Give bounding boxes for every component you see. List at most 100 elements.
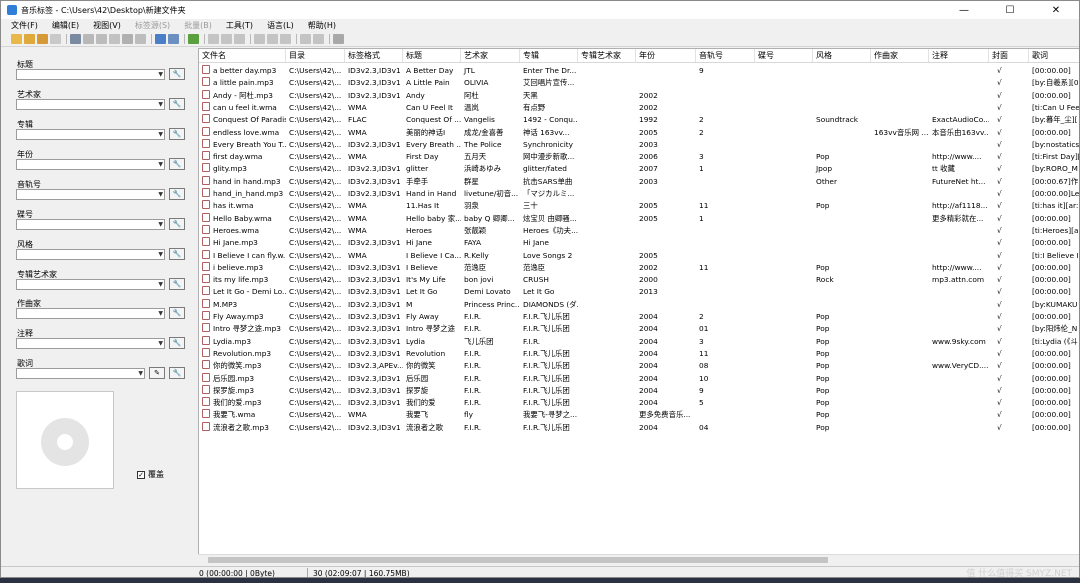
table-row[interactable]: 你的微笑.mp3 C:\Users\42\... ID3v2.3,APEv... 你的… bbox=[199, 360, 1079, 372]
add-files-icon[interactable] bbox=[37, 34, 48, 44]
field-combobox[interactable]: ▼ bbox=[16, 368, 145, 379]
table-row[interactable]: Let It Go - Demi Lo... C:\Users\42\... ID3… bbox=[199, 286, 1079, 298]
lyrics-edit-button[interactable]: ✎ bbox=[149, 367, 165, 379]
field-wrench-button[interactable]: 🔧 bbox=[169, 367, 185, 379]
tag-source-icon[interactable] bbox=[188, 34, 199, 44]
table-row[interactable]: 我们的爱.mp3 C:\Users\42\... ID3v2.3,ID3v1 我们的爱… bbox=[199, 397, 1079, 409]
refresh-icon[interactable] bbox=[135, 34, 146, 44]
convert-icon[interactable] bbox=[221, 34, 232, 44]
cut-icon[interactable] bbox=[254, 34, 265, 44]
table-row[interactable]: a little pain.mp3 C:\Users\42\... ID3v2.3,… bbox=[199, 77, 1079, 89]
column-header[interactable]: 专辑艺术家 bbox=[578, 49, 636, 62]
column-header[interactable]: 艺术家 bbox=[461, 49, 520, 62]
menu-item[interactable]: 编辑(E) bbox=[52, 20, 79, 31]
field-combobox[interactable]: ▼ bbox=[16, 159, 165, 170]
undo-icon[interactable] bbox=[96, 34, 107, 44]
table-row[interactable]: 探罗旋.mp3 C:\Users\42\... ID3v2.3,ID3v1 探罗旋 F.… bbox=[199, 384, 1079, 397]
field-wrench-button[interactable]: 🔧 bbox=[169, 248, 185, 260]
table-row[interactable]: M.MP3 C:\Users\42\... ID3v2.3,ID3v1 M Prince… bbox=[199, 298, 1079, 311]
field-wrench-button[interactable]: 🔧 bbox=[169, 307, 185, 319]
save-icon[interactable] bbox=[70, 34, 81, 44]
detail-view-icon[interactable] bbox=[168, 34, 179, 44]
add-folder-icon[interactable] bbox=[24, 34, 35, 44]
field-wrench-button[interactable]: 🔧 bbox=[169, 158, 185, 170]
chevron-down-icon[interactable]: ▼ bbox=[158, 309, 163, 319]
chevron-down-icon[interactable]: ▼ bbox=[158, 250, 163, 260]
menu-item[interactable]: 视图(V) bbox=[93, 20, 121, 31]
field-wrench-button[interactable]: 🔧 bbox=[169, 128, 185, 140]
menu-item[interactable]: 文件(F) bbox=[11, 20, 38, 31]
column-header[interactable]: 注释 bbox=[929, 49, 989, 62]
table-row[interactable]: 流浪者之歌.mp3 C:\Users\42\... ID3v2.3,ID3v1 流浪者… bbox=[199, 421, 1079, 434]
field-combobox[interactable]: ▼ bbox=[16, 219, 165, 230]
recent-icon[interactable] bbox=[50, 34, 61, 44]
menu-item[interactable]: 帮助(H) bbox=[308, 20, 336, 31]
column-header[interactable]: 作曲家 bbox=[871, 49, 929, 62]
field-wrench-button[interactable]: 🔧 bbox=[169, 68, 185, 80]
field-wrench-button[interactable]: 🔧 bbox=[169, 188, 185, 200]
table-row[interactable]: hand_in_hand.mp3 C:\Users\42\... ID3v2.3,I… bbox=[199, 188, 1079, 200]
minimize-button[interactable]: — bbox=[941, 1, 987, 19]
column-header[interactable]: 歌词 bbox=[1029, 49, 1079, 62]
table-row[interactable]: hand in hand.mp3 C:\Users\42\... ID3v2.3,I… bbox=[199, 175, 1079, 188]
field-wrench-button[interactable]: 🔧 bbox=[169, 98, 185, 110]
table-row[interactable]: can u feel it.wma C:\Users\42\... WMA Can U… bbox=[199, 101, 1079, 114]
table-row[interactable]: Hello Baby.wma C:\Users\42\... WMA Hello ba… bbox=[199, 212, 1079, 225]
paste-icon[interactable] bbox=[267, 34, 278, 44]
table-row[interactable]: 后乐园.mp3 C:\Users\42\... ID3v2.3,ID3v1 后乐园 F.… bbox=[199, 372, 1079, 385]
table-row[interactable]: Every Breath You T... C:\Users\42\... ID3v… bbox=[199, 138, 1079, 151]
field-wrench-button[interactable]: 🔧 bbox=[169, 278, 185, 290]
menu-item[interactable]: 标签源(S) bbox=[135, 20, 170, 31]
column-header[interactable]: 目录 bbox=[286, 49, 345, 62]
field-combobox[interactable]: ▼ bbox=[16, 308, 165, 319]
export-icon[interactable] bbox=[313, 34, 324, 44]
column-header[interactable]: 文件名 bbox=[199, 49, 286, 62]
field-combobox[interactable]: ▼ bbox=[16, 249, 165, 260]
chevron-down-icon[interactable]: ▼ bbox=[158, 190, 163, 200]
scrollbar-thumb[interactable] bbox=[208, 557, 828, 563]
table-row[interactable]: Intro 寻梦之途.mp3 C:\Users\42\... ID3v2.3,ID3… bbox=[199, 323, 1079, 335]
table-row[interactable]: has it.wma C:\Users\42\... WMA 11.Has It 羽泉 三… bbox=[199, 200, 1079, 212]
menu-item[interactable]: 语言(L) bbox=[267, 20, 294, 31]
table-row[interactable]: first day.wma C:\Users\42\... WMA First Day… bbox=[199, 151, 1079, 163]
settings-gear-icon[interactable] bbox=[333, 34, 344, 44]
table-row[interactable]: Lydia.mp3 C:\Users\42\... ID3v2.3,ID3v1 Lyd… bbox=[199, 335, 1079, 348]
column-header[interactable]: 年份 bbox=[636, 49, 696, 62]
list-view-icon[interactable] bbox=[155, 34, 166, 44]
chevron-down-icon[interactable]: ▼ bbox=[158, 339, 163, 349]
column-header[interactable]: 音轨号 bbox=[696, 49, 755, 62]
field-combobox[interactable]: ▼ bbox=[16, 99, 165, 110]
close-button[interactable]: ✕ bbox=[1033, 1, 1079, 19]
open-folder-icon[interactable] bbox=[11, 34, 22, 44]
clear-icon[interactable] bbox=[280, 34, 291, 44]
maximize-button[interactable]: ☐ bbox=[987, 1, 1033, 19]
table-row[interactable]: its my life.mp3 C:\Users\42\... ID3v2.3,ID… bbox=[199, 274, 1079, 286]
table-row[interactable]: I Believe I can fly.w... C:\Users\42\... W… bbox=[199, 249, 1079, 262]
field-combobox[interactable]: ▼ bbox=[16, 189, 165, 200]
field-combobox[interactable]: ▼ bbox=[16, 279, 165, 290]
chevron-down-icon[interactable]: ▼ bbox=[158, 130, 163, 140]
menu-item[interactable]: 工具(T) bbox=[226, 20, 253, 31]
column-header[interactable]: 专辑 bbox=[520, 49, 578, 62]
column-header[interactable]: 碟号 bbox=[755, 49, 813, 62]
table-row[interactable]: Andy - 阿杜.mp3 C:\Users\42\... ID3v2.3,ID3v… bbox=[199, 89, 1079, 102]
batch-icon[interactable] bbox=[208, 34, 219, 44]
album-cover[interactable] bbox=[16, 391, 114, 489]
horizontal-scrollbar[interactable] bbox=[198, 554, 1079, 565]
chevron-down-icon[interactable]: ▼ bbox=[158, 280, 163, 290]
table-row[interactable]: Revolution.mp3 C:\Users\42\... ID3v2.3,ID3… bbox=[199, 347, 1079, 360]
table-row[interactable]: glity.mp3 C:\Users\42\... ID3v2.3,ID3v1 gli… bbox=[199, 163, 1079, 175]
chevron-down-icon[interactable]: ▼ bbox=[138, 369, 143, 379]
delete-icon[interactable] bbox=[83, 34, 94, 44]
table-row[interactable]: endless love.wma C:\Users\42\... WMA 美丽的神话I… bbox=[199, 126, 1079, 139]
wrench-icon[interactable] bbox=[122, 34, 133, 44]
copy-icon[interactable] bbox=[109, 34, 120, 44]
chevron-down-icon[interactable]: ▼ bbox=[158, 100, 163, 110]
table-row[interactable]: a better day.mp3 C:\Users\42\... ID3v2.3,I… bbox=[199, 65, 1079, 77]
column-header[interactable]: 风格 bbox=[813, 49, 871, 62]
file-list-table[interactable]: 文件名 目录 标签格式 标题 艺术家 专辑 专辑艺术家 年份 音轨号 碟号 风格 作曲家 注释 封面 歌词 … bbox=[198, 48, 1079, 565]
field-combobox[interactable]: ▼ bbox=[16, 338, 165, 349]
table-row[interactable]: 我要飞.wma C:\Users\42\... WMA 我要飞 fly 我要飞-寻梦之..… bbox=[199, 409, 1079, 421]
table-row[interactable]: Hi Jane.mp3 C:\Users\42\... ID3v2.3,ID3v1 H… bbox=[199, 237, 1079, 249]
column-header[interactable]: 标签格式 bbox=[345, 49, 403, 62]
